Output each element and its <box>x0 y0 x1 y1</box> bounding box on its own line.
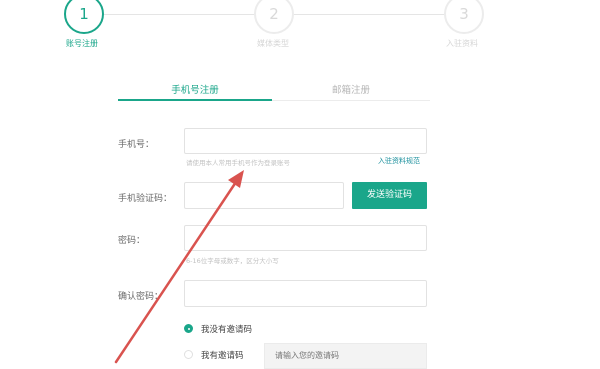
annotation-arrow-icon <box>114 170 244 364</box>
